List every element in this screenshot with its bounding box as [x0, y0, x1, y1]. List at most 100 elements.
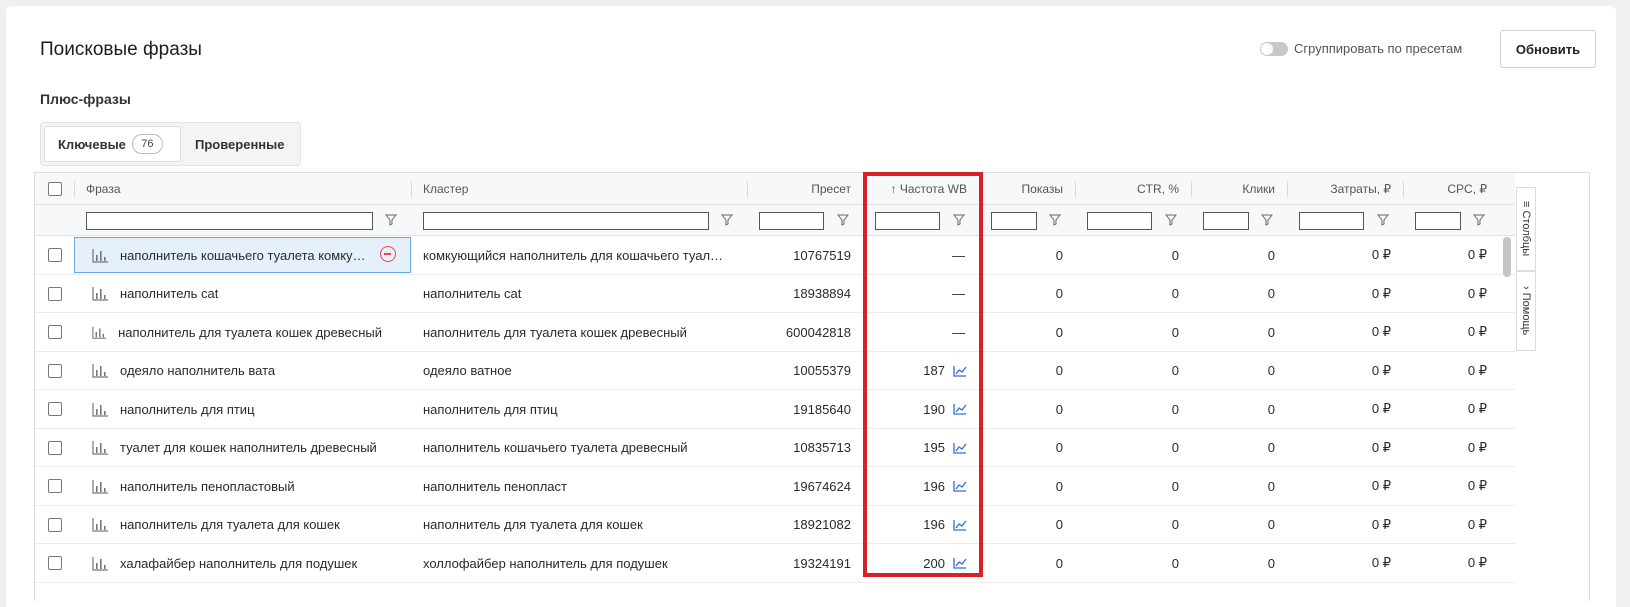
filter-icon[interactable] — [1261, 214, 1273, 226]
row-checkbox[interactable] — [48, 352, 64, 390]
col-header-frequency-wb[interactable]: ↑ Частота WB — [867, 173, 967, 205]
cluster-cell: холлофайбер наполнитель для подушек — [423, 555, 668, 571]
bar-chart-icon[interactable] — [92, 363, 109, 378]
bar-chart-icon[interactable] — [92, 248, 109, 263]
table-row[interactable]: наполнитель для птиц наполнитель для птиц… — [35, 390, 1515, 429]
table-row[interactable]: наполнитель cat наполнитель cat 18938894 — 0… — [35, 274, 1515, 313]
table-row[interactable]: туалет для кошек наполнитель древесный на… — [35, 428, 1515, 467]
side-panel: ≡ Столбцы › Помощь — [1515, 173, 1589, 601]
shows-cell: 0 — [1055, 440, 1063, 455]
bar-chart-icon[interactable] — [92, 556, 109, 571]
phrase-text: наполнитель кошачьего туалета комку… — [120, 247, 366, 263]
col-header-cluster[interactable]: Кластер — [423, 173, 743, 205]
phrase-cell[interactable]: одеяло наполнитель вата — [92, 352, 382, 390]
ctr-cell: 0 — [1171, 440, 1179, 455]
trend-chart-icon[interactable] — [953, 442, 967, 454]
clicks-cell: 0 — [1267, 440, 1275, 455]
phrase-cell[interactable]: наполнитель cat — [92, 275, 382, 313]
shows-cell: 0 — [1055, 286, 1063, 301]
preset-filter-input[interactable] — [759, 212, 824, 230]
group-by-presets-toggle[interactable]: Сгруппировать по пресетам — [1260, 41, 1462, 56]
row-checkbox[interactable] — [48, 275, 64, 313]
phrase-cell[interactable]: наполнитель пенопластовый — [92, 467, 382, 505]
filter-icon[interactable] — [953, 214, 965, 226]
cpc-filter-input[interactable] — [1415, 212, 1461, 230]
col-header-shows[interactable]: Показы — [983, 173, 1063, 205]
row-checkbox[interactable] — [48, 236, 64, 274]
trend-chart-icon[interactable] — [953, 557, 967, 569]
refresh-button[interactable]: Обновить — [1500, 30, 1596, 68]
phrase-tabs: Ключевые 76 Проверенные — [40, 122, 301, 166]
cost-cell: 0 ₽ — [1371, 401, 1391, 416]
clicks-filter-input[interactable] — [1203, 212, 1249, 230]
cost-filter-input[interactable] — [1299, 212, 1364, 230]
help-panel-tab[interactable]: › Помощь — [1516, 271, 1536, 351]
tab-verified[interactable]: Проверенные — [195, 126, 284, 162]
trend-chart-icon[interactable] — [953, 480, 967, 492]
cpc-cell: 0 ₽ — [1467, 247, 1487, 262]
tab-keywords[interactable]: Ключевые 76 — [44, 126, 181, 162]
row-checkbox[interactable] — [48, 544, 64, 582]
bar-chart-icon[interactable] — [92, 479, 109, 494]
preset-cell: 600042818 — [785, 324, 851, 340]
trend-chart-icon[interactable] — [953, 403, 967, 415]
trend-chart-icon[interactable] — [953, 365, 967, 377]
row-checkbox[interactable] — [48, 313, 64, 351]
phrase-cell[interactable]: наполнитель для туалета для кошек — [92, 506, 382, 544]
bar-chart-icon[interactable] — [92, 517, 109, 532]
row-checkbox[interactable] — [48, 506, 64, 544]
filter-icon[interactable] — [837, 214, 849, 226]
cluster-filter-input[interactable] — [423, 212, 709, 230]
preset-cell: 18921082 — [793, 517, 851, 532]
col-header-phrase[interactable]: Фраза — [86, 173, 406, 205]
row-checkbox[interactable] — [48, 390, 64, 428]
cluster-cell: наполнитель кошачьего туалета древесный — [423, 440, 688, 455]
table-row[interactable]: наполнитель для туалета кошек древесный н… — [35, 313, 1515, 352]
row-checkbox[interactable] — [48, 429, 64, 467]
remove-circle-icon[interactable] — [380, 246, 396, 262]
col-header-clicks[interactable]: Клики — [1195, 173, 1275, 205]
filter-icon[interactable] — [721, 214, 733, 226]
phrase-filter-input[interactable] — [86, 212, 373, 230]
columns-panel-tab[interactable]: ≡ Столбцы — [1516, 187, 1536, 271]
frequency-cell: — — [867, 236, 965, 274]
row-checkbox[interactable] — [48, 467, 64, 505]
preset-cell: 10835713 — [793, 440, 851, 455]
filter-icon[interactable] — [1377, 214, 1389, 226]
phrase-cell[interactable]: халафайбер наполнитель для подушек — [92, 544, 382, 582]
table-row[interactable]: наполнитель для туалета для кошек наполни… — [35, 505, 1515, 544]
frequency-filter-input[interactable] — [875, 212, 940, 230]
phrase-cell[interactable]: наполнитель для туалета кошек древесный — [92, 313, 382, 351]
filter-icon[interactable] — [1165, 214, 1177, 226]
table-row[interactable]: одеяло наполнитель вата одеяло ватное 1005… — [35, 351, 1515, 390]
table-row[interactable]: наполнитель пенопластовый наполнитель пен… — [35, 467, 1515, 506]
cost-cell: 0 ₽ — [1371, 285, 1391, 301]
cpc-cell: 0 ₽ — [1467, 439, 1487, 455]
col-header-ctr[interactable]: CTR, % — [1079, 173, 1179, 205]
ctr-filter-input[interactable] — [1087, 212, 1152, 230]
toggle-switch[interactable] — [1260, 41, 1288, 56]
filter-icon[interactable] — [1473, 214, 1485, 226]
select-all-checkbox[interactable] — [48, 173, 64, 205]
col-header-cost[interactable]: Затраты, ₽ — [1291, 173, 1391, 205]
frequency-value: 195 — [923, 440, 945, 455]
vertical-scrollbar[interactable] — [1503, 237, 1511, 277]
col-header-preset[interactable]: Пресет — [751, 173, 851, 205]
table-row[interactable]: наполнитель кошачьего туалета комку… комк… — [35, 236, 1515, 275]
phrase-cell[interactable]: туалет для кошек наполнитель древесный — [92, 429, 382, 467]
cluster-cell: наполнитель для туалета для кошек — [423, 517, 643, 532]
frequency-value: 190 — [923, 401, 945, 417]
table-row[interactable]: халафайбер наполнитель для подушек холлоф… — [35, 544, 1515, 583]
col-header-cpc[interactable]: CPC, ₽ — [1407, 173, 1487, 205]
shows-filter-input[interactable] — [991, 212, 1037, 230]
trend-chart-icon[interactable] — [953, 519, 967, 531]
bar-chart-icon[interactable] — [92, 325, 107, 340]
bar-chart-icon[interactable] — [92, 402, 109, 417]
preset-cell: 19674624 — [793, 478, 851, 494]
phrase-cell[interactable]: наполнитель кошачьего туалета комку… — [92, 236, 382, 274]
phrase-cell[interactable]: наполнитель для птиц — [92, 390, 382, 428]
filter-icon[interactable] — [1049, 214, 1061, 226]
filter-icon[interactable] — [385, 214, 397, 226]
bar-chart-icon[interactable] — [92, 440, 109, 455]
bar-chart-icon[interactable] — [92, 286, 109, 301]
